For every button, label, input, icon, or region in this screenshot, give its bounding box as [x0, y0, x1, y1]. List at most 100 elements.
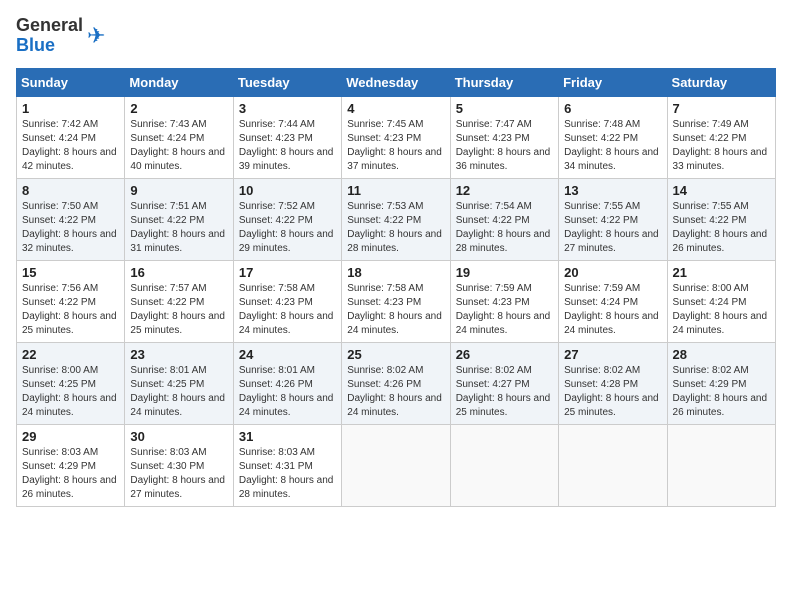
- day-info: Sunrise: 7:48 AMSunset: 4:22 PMDaylight:…: [564, 118, 661, 174]
- calendar-cell: 19Sunrise: 7:59 AMSunset: 4:23 PMDayligh…: [450, 261, 558, 343]
- weekday-header-wednesday: Wednesday: [342, 69, 450, 97]
- calendar-cell: 7Sunrise: 7:49 AMSunset: 4:22 PMDaylight…: [667, 97, 775, 179]
- week-row-1: 1 Sunrise: 7:42 AMSunset: 4:24 PMDaylight…: [17, 97, 776, 179]
- day-number: 17: [239, 265, 336, 280]
- day-info: Sunrise: 7:42 AMSunset: 4:24 PMDaylight:…: [22, 118, 119, 174]
- day-info: Sunrise: 7:53 AMSunset: 4:22 PMDaylight:…: [347, 200, 444, 256]
- weekday-header-thursday: Thursday: [450, 69, 558, 97]
- calendar-table: SundayMondayTuesdayWednesdayThursdayFrid…: [16, 68, 776, 507]
- week-row-4: 22 Sunrise: 8:00 AMSunset: 4:25 PMDayligh…: [17, 343, 776, 425]
- calendar-cell: 1 Sunrise: 7:42 AMSunset: 4:24 PMDaylight…: [17, 97, 125, 179]
- day-number: 30: [130, 429, 227, 444]
- logo: General Blue ✈: [16, 16, 105, 56]
- calendar-cell: 17 Sunrise: 7:58 AMSunset: 4:23 PMDayligh…: [233, 261, 341, 343]
- day-info: Sunrise: 7:50 AMSunset: 4:22 PMDaylight:…: [22, 200, 119, 256]
- calendar-cell: 4 Sunrise: 7:45 AMSunset: 4:23 PMDaylight…: [342, 97, 450, 179]
- day-number: 31: [239, 429, 336, 444]
- day-number: 15: [22, 265, 119, 280]
- day-info: Sunrise: 8:02 AMSunset: 4:28 PMDaylight:…: [564, 364, 661, 420]
- day-number: 19: [456, 265, 553, 280]
- day-info: Sunrise: 7:52 AMSunset: 4:22 PMDaylight:…: [239, 200, 336, 256]
- logo-bird-icon: ✈: [87, 23, 105, 49]
- day-info: Sunrise: 7:47 AMSunset: 4:23 PMDaylight:…: [456, 118, 553, 174]
- day-info: Sunrise: 7:45 AMSunset: 4:23 PMDaylight:…: [347, 118, 444, 174]
- day-info: Sunrise: 7:58 AMSunset: 4:23 PMDaylight:…: [239, 282, 336, 338]
- day-number: 8: [22, 183, 119, 198]
- day-number: 11: [347, 183, 444, 198]
- calendar-cell: 18Sunrise: 7:58 AMSunset: 4:23 PMDayligh…: [342, 261, 450, 343]
- logo-blue-text: Blue: [16, 35, 55, 55]
- day-number: 3: [239, 101, 336, 116]
- day-info: Sunrise: 7:56 AMSunset: 4:22 PMDaylight:…: [22, 282, 119, 338]
- calendar-cell: 9 Sunrise: 7:51 AMSunset: 4:22 PMDaylight…: [125, 179, 233, 261]
- day-info: Sunrise: 8:02 AMSunset: 4:27 PMDaylight:…: [456, 364, 553, 420]
- day-number: 20: [564, 265, 661, 280]
- day-info: Sunrise: 7:51 AMSunset: 4:22 PMDaylight:…: [130, 200, 227, 256]
- calendar-cell: 29 Sunrise: 8:03 AMSunset: 4:29 PMDayligh…: [17, 425, 125, 507]
- weekday-header-sunday: Sunday: [17, 69, 125, 97]
- day-number: 16: [130, 265, 227, 280]
- day-number: 25: [347, 347, 444, 362]
- calendar-cell: [559, 425, 667, 507]
- calendar-cell: 26 Sunrise: 8:02 AMSunset: 4:27 PMDayligh…: [450, 343, 558, 425]
- calendar-cell: 27Sunrise: 8:02 AMSunset: 4:28 PMDayligh…: [559, 343, 667, 425]
- day-number: 14: [673, 183, 770, 198]
- day-number: 29: [22, 429, 119, 444]
- day-info: Sunrise: 7:44 AMSunset: 4:23 PMDaylight:…: [239, 118, 336, 174]
- calendar-cell: 12 Sunrise: 7:54 AMSunset: 4:22 PMDayligh…: [450, 179, 558, 261]
- day-info: Sunrise: 8:03 AMSunset: 4:31 PMDaylight:…: [239, 446, 336, 502]
- calendar-cell: 5 Sunrise: 7:47 AMSunset: 4:23 PMDaylight…: [450, 97, 558, 179]
- day-number: 2: [130, 101, 227, 116]
- day-number: 12: [456, 183, 553, 198]
- day-info: Sunrise: 8:02 AMSunset: 4:26 PMDaylight:…: [347, 364, 444, 420]
- day-number: 9: [130, 183, 227, 198]
- calendar-cell: 20 Sunrise: 7:59 AMSunset: 4:24 PMDayligh…: [559, 261, 667, 343]
- calendar-cell: 15 Sunrise: 7:56 AMSunset: 4:22 PMDayligh…: [17, 261, 125, 343]
- day-number: 5: [456, 101, 553, 116]
- week-row-5: 29 Sunrise: 8:03 AMSunset: 4:29 PMDayligh…: [17, 425, 776, 507]
- day-number: 6: [564, 101, 661, 116]
- day-info: Sunrise: 8:00 AMSunset: 4:24 PMDaylight:…: [673, 282, 770, 338]
- day-info: Sunrise: 7:59 AMSunset: 4:24 PMDaylight:…: [564, 282, 661, 338]
- calendar-cell: 13 Sunrise: 7:55 AMSunset: 4:22 PMDayligh…: [559, 179, 667, 261]
- day-number: 23: [130, 347, 227, 362]
- day-info: Sunrise: 8:00 AMSunset: 4:25 PMDaylight:…: [22, 364, 119, 420]
- week-row-2: 8 Sunrise: 7:50 AMSunset: 4:22 PMDaylight…: [17, 179, 776, 261]
- calendar-cell: 3 Sunrise: 7:44 AMSunset: 4:23 PMDaylight…: [233, 97, 341, 179]
- day-number: 1: [22, 101, 119, 116]
- week-row-3: 15 Sunrise: 7:56 AMSunset: 4:22 PMDayligh…: [17, 261, 776, 343]
- day-info: Sunrise: 8:03 AMSunset: 4:29 PMDaylight:…: [22, 446, 119, 502]
- calendar-cell: 11 Sunrise: 7:53 AMSunset: 4:22 PMDayligh…: [342, 179, 450, 261]
- weekday-header-row: SundayMondayTuesdayWednesdayThursdayFrid…: [17, 69, 776, 97]
- day-number: 7: [673, 101, 770, 116]
- day-number: 26: [456, 347, 553, 362]
- day-info: Sunrise: 7:54 AMSunset: 4:22 PMDaylight:…: [456, 200, 553, 256]
- day-info: Sunrise: 8:01 AMSunset: 4:26 PMDaylight:…: [239, 364, 336, 420]
- day-number: 28: [673, 347, 770, 362]
- day-info: Sunrise: 8:02 AMSunset: 4:29 PMDaylight:…: [673, 364, 770, 420]
- calendar-cell: 14 Sunrise: 7:55 AMSunset: 4:22 PMDayligh…: [667, 179, 775, 261]
- day-info: Sunrise: 7:43 AMSunset: 4:24 PMDaylight:…: [130, 118, 227, 174]
- day-number: 13: [564, 183, 661, 198]
- day-number: 24: [239, 347, 336, 362]
- calendar-cell: 28 Sunrise: 8:02 AMSunset: 4:29 PMDayligh…: [667, 343, 775, 425]
- calendar-cell: 22 Sunrise: 8:00 AMSunset: 4:25 PMDayligh…: [17, 343, 125, 425]
- weekday-header-saturday: Saturday: [667, 69, 775, 97]
- calendar-cell: [342, 425, 450, 507]
- calendar-cell: 21 Sunrise: 8:00 AMSunset: 4:24 PMDayligh…: [667, 261, 775, 343]
- day-number: 22: [22, 347, 119, 362]
- calendar-cell: [450, 425, 558, 507]
- header: General Blue ✈: [16, 16, 776, 56]
- calendar-cell: 23 Sunrise: 8:01 AMSunset: 4:25 PMDayligh…: [125, 343, 233, 425]
- calendar-cell: 10Sunrise: 7:52 AMSunset: 4:22 PMDayligh…: [233, 179, 341, 261]
- day-info: Sunrise: 8:01 AMSunset: 4:25 PMDaylight:…: [130, 364, 227, 420]
- calendar-cell: 16 Sunrise: 7:57 AMSunset: 4:22 PMDayligh…: [125, 261, 233, 343]
- day-info: Sunrise: 7:55 AMSunset: 4:22 PMDaylight:…: [564, 200, 661, 256]
- calendar-cell: 2 Sunrise: 7:43 AMSunset: 4:24 PMDaylight…: [125, 97, 233, 179]
- calendar-cell: 31 Sunrise: 8:03 AMSunset: 4:31 PMDayligh…: [233, 425, 341, 507]
- day-number: 21: [673, 265, 770, 280]
- day-info: Sunrise: 7:57 AMSunset: 4:22 PMDaylight:…: [130, 282, 227, 338]
- day-number: 4: [347, 101, 444, 116]
- calendar-cell: 24 Sunrise: 8:01 AMSunset: 4:26 PMDayligh…: [233, 343, 341, 425]
- day-info: Sunrise: 7:55 AMSunset: 4:22 PMDaylight:…: [673, 200, 770, 256]
